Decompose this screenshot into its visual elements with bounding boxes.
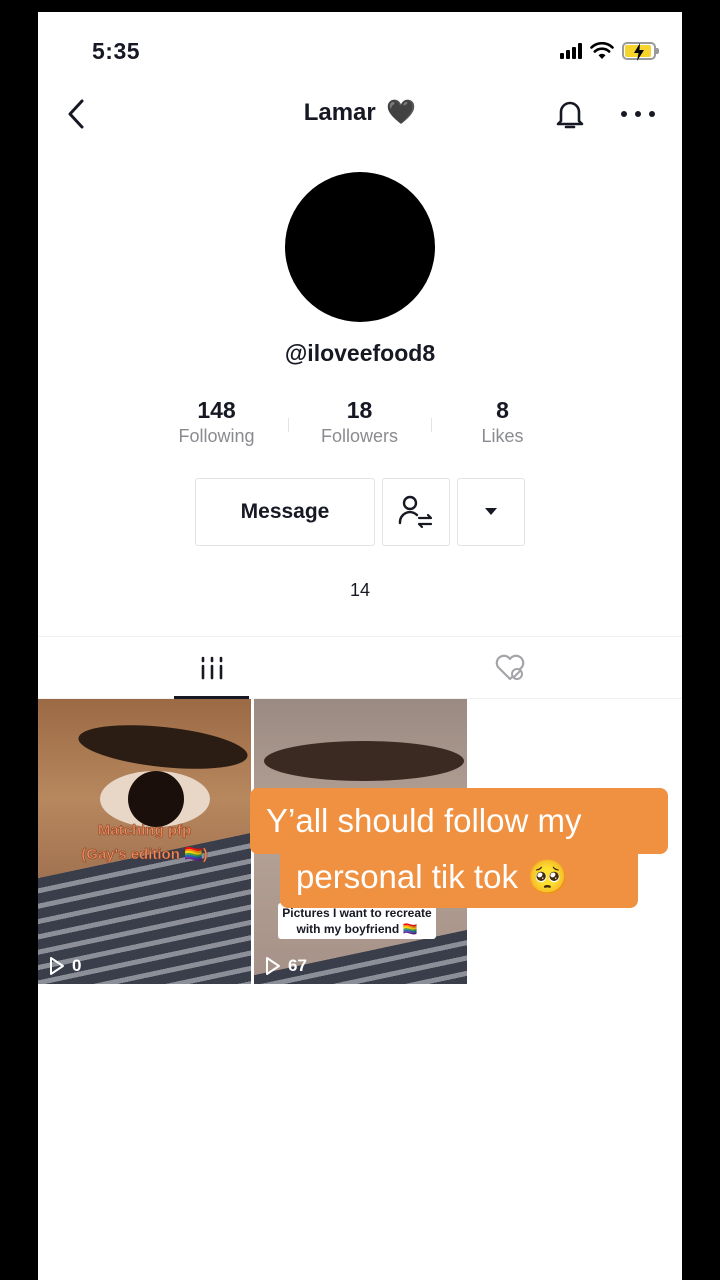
- view-count: 0: [48, 956, 81, 976]
- user-friends-icon: [398, 495, 433, 529]
- play-icon: [50, 957, 64, 975]
- bell-icon[interactable]: [552, 96, 588, 132]
- followers-count: 18: [346, 397, 373, 423]
- profile-stats: 148 Following 18 Followers 8 Likes: [145, 396, 575, 456]
- hidden-liked-heart-icon: [495, 654, 524, 681]
- profile-display-name: Lamar: [303, 99, 376, 126]
- caret-down-icon: [485, 508, 497, 515]
- more-options-icon[interactable]: [618, 104, 658, 124]
- wifi-icon: [590, 42, 614, 59]
- tab-liked[interactable]: [472, 637, 547, 699]
- overlay-caption-line-1: Y’all should follow my: [250, 788, 668, 854]
- followers-label: Followers: [320, 426, 399, 446]
- overlay-caption-line-2: personal tik tok 🥺: [280, 846, 638, 908]
- phone-screen: 5:35 Lamar 🖤 @iloveefood8 148 Following …: [38, 12, 682, 1280]
- cellular-signal-icon: [560, 43, 582, 59]
- view-count: 67: [264, 956, 307, 976]
- following-label: Following: [178, 426, 255, 446]
- stat-following[interactable]: 148 Following: [145, 396, 288, 456]
- message-button[interactable]: Message: [195, 478, 375, 546]
- play-icon: [266, 957, 280, 975]
- stat-likes: 8 Likes: [431, 396, 574, 456]
- battery-charging-icon: [622, 42, 659, 61]
- video-thumbnail[interactable]: Matching pfp (Gay's edition 🏳️‍🌈) 0: [38, 699, 251, 984]
- video-caption: Pictures I want to recreate with my boyf…: [278, 903, 436, 939]
- eyebrow-shape: [76, 718, 250, 776]
- suggested-accounts-dropdown[interactable]: [457, 478, 525, 546]
- profile-tabs: [38, 636, 682, 699]
- status-icons: [560, 40, 659, 62]
- grid-icon: [201, 656, 222, 680]
- eyebrow-shape: [264, 741, 464, 781]
- view-count-value: 0: [72, 956, 82, 975]
- status-time: 5:35: [92, 38, 141, 64]
- likes-count: 8: [496, 397, 509, 423]
- likes-label: Likes: [481, 426, 524, 446]
- tab-videos[interactable]: [174, 637, 249, 699]
- friends-button[interactable]: [382, 478, 450, 546]
- video-caption: Matching pfp (Gay's edition 🏳️‍🌈): [81, 822, 208, 864]
- black-heart-emoji: 🖤: [386, 99, 417, 126]
- username: @iloveefood8: [284, 340, 436, 366]
- following-count: 148: [197, 397, 236, 423]
- view-count-value: 67: [288, 956, 307, 975]
- stat-followers[interactable]: 18 Followers: [288, 396, 431, 456]
- profile-bio: 14: [349, 580, 371, 600]
- avatar[interactable]: [285, 172, 435, 322]
